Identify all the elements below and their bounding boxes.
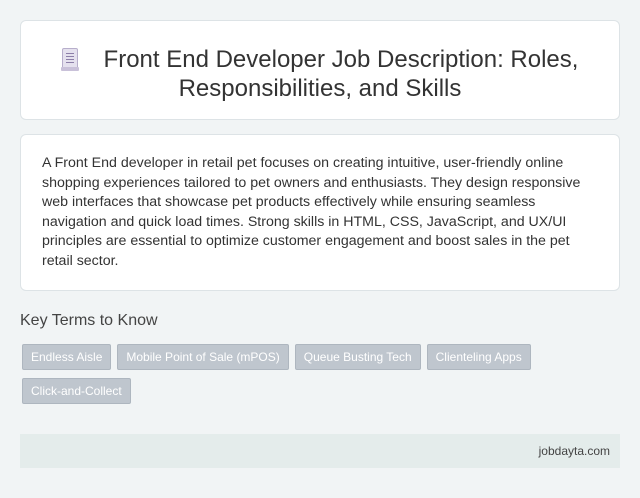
key-term-tag[interactable]: Queue Busting Tech bbox=[294, 344, 421, 370]
key-term-tag[interactable]: Mobile Point of Sale (mPOS) bbox=[117, 344, 289, 370]
job-description: A Front End developer in retail pet focu… bbox=[42, 155, 581, 269]
key-terms-list: Endless Aisle Mobile Point of Sale (mPOS… bbox=[22, 344, 582, 412]
key-term-tag[interactable]: Click-and-Collect bbox=[22, 378, 131, 404]
key-terms-heading: Key Terms to Know bbox=[20, 312, 158, 329]
page-title: Front End Developer Job Description: Rol… bbox=[21, 45, 619, 103]
key-term-tag[interactable]: Endless Aisle bbox=[22, 344, 112, 370]
key-term-tag[interactable]: Clienteling Apps bbox=[426, 344, 531, 370]
title-card: Front End Developer Job Description: Rol… bbox=[20, 20, 620, 120]
footer-site-link[interactable]: jobdayta.com bbox=[539, 444, 610, 458]
page-title-text: Front End Developer Job Description: Rol… bbox=[103, 46, 579, 102]
footer: jobdayta.com bbox=[20, 434, 620, 468]
document-icon bbox=[60, 48, 79, 71]
description-card: A Front End developer in retail pet focu… bbox=[20, 134, 620, 291]
